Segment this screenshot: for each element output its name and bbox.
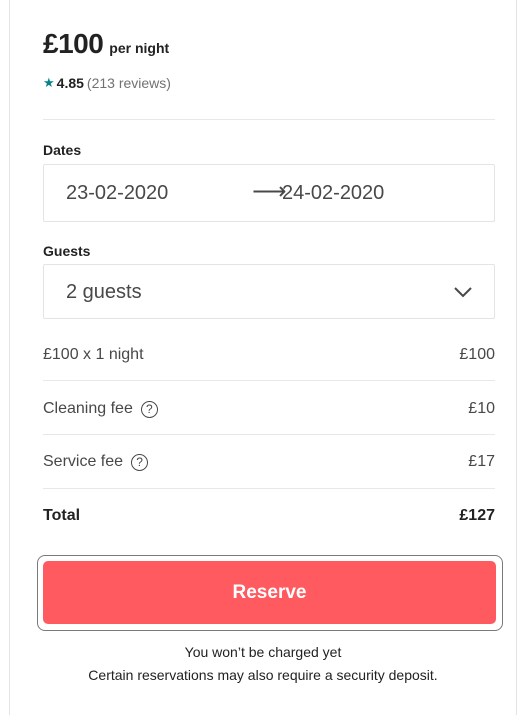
charge-note: You won’t be charged yet	[184, 644, 342, 660]
service-fee-label-group: Service fee ?	[43, 453, 149, 471]
nightly-rate-amount: £100	[459, 346, 495, 363]
service-fee-label: Service fee	[43, 453, 124, 470]
reserve-button[interactable]: Reserve	[43, 561, 496, 624]
price-amount: £100	[43, 28, 104, 59]
guests-label: Guests	[43, 243, 91, 259]
star-icon: ★	[43, 75, 55, 90]
total-row: Total £127	[43, 496, 495, 536]
service-fee-amount: £17	[468, 453, 495, 470]
service-fee-row: Service fee ? £17	[43, 442, 495, 482]
divider	[43, 119, 495, 120]
cleaning-fee-label: Cleaning fee	[43, 400, 133, 417]
divider	[43, 434, 495, 435]
divider	[43, 380, 495, 381]
reserve-focus-ring: Reserve	[37, 555, 503, 631]
review-count-link[interactable]: (213 reviews)	[87, 75, 171, 91]
chevron-down-icon	[454, 287, 472, 298]
rating-value: 4.85	[56, 75, 84, 91]
help-icon[interactable]: ?	[140, 400, 158, 418]
guests-dropdown[interactable]: 2 guests	[43, 264, 495, 319]
dates-label: Dates	[43, 142, 82, 158]
total-amount: £127	[459, 507, 495, 524]
divider	[43, 488, 495, 489]
cleaning-fee-label-group: Cleaning fee ?	[43, 400, 158, 418]
check-out-input[interactable]: 24-02-2020	[282, 182, 384, 205]
nightly-rate-label: £100 x 1 night	[43, 346, 144, 363]
guests-value: 2 guests	[66, 281, 142, 303]
deposit-note: Certain reservations may also require a …	[88, 667, 438, 683]
rating: ★ 4.85 (213 reviews)	[43, 75, 171, 91]
price-unit: per night	[109, 40, 170, 56]
help-icon[interactable]: ?	[131, 453, 149, 471]
total-label: Total	[43, 507, 81, 524]
cleaning-fee-amount: £10	[468, 400, 495, 417]
price-header: £100 per night	[43, 28, 169, 60]
cleaning-fee-row: Cleaning fee ? £10	[43, 389, 495, 429]
nightly-rate-row: £100 x 1 night £100	[43, 335, 495, 375]
dates-picker: 23-02-2020 ⟶ 24-02-2020	[43, 164, 495, 222]
check-in-input[interactable]: 23-02-2020	[66, 182, 168, 205]
